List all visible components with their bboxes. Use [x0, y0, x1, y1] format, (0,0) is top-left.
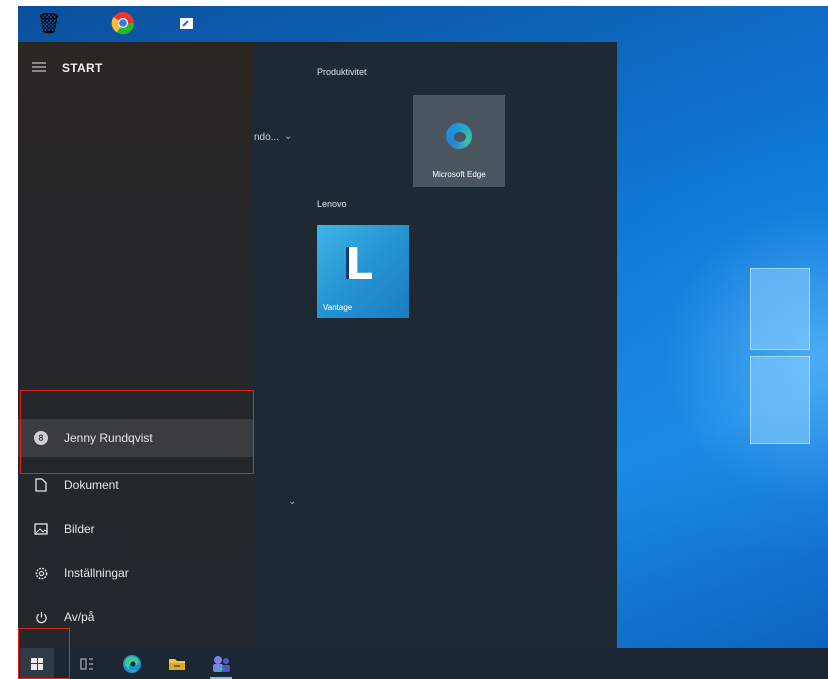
power-icon	[34, 610, 48, 624]
gear-icon	[34, 566, 48, 580]
chevron-down-icon[interactable]: ⌄	[288, 496, 296, 507]
tile-group-productivity[interactable]: Produktivitet	[317, 67, 367, 77]
documents-label: Dokument	[64, 478, 119, 492]
wallpaper-pane	[750, 356, 810, 444]
edge-logo-icon	[446, 123, 472, 149]
user-account-button[interactable]: 8 Jenny Rundqvist	[18, 419, 254, 457]
teams-button[interactable]	[204, 648, 238, 679]
start-menu: START 8 Jenny Rundqvist Dokument Bilder	[18, 42, 617, 648]
wallpaper-windows-logo	[750, 268, 828, 518]
settings-label: Inställningar	[64, 566, 129, 580]
task-view-icon	[80, 658, 93, 669]
recycle-bin-icon[interactable]: 🗑	[32, 6, 66, 40]
vantage-tile-label: Vantage	[323, 303, 353, 312]
truncated-app-label[interactable]: ndo...	[254, 132, 279, 143]
lenovo-vantage-tile[interactable]: L Vantage	[317, 225, 409, 318]
user-name: Jenny Rundqvist	[64, 431, 153, 445]
start-button[interactable]	[20, 648, 54, 679]
microsoft-edge-tile[interactable]: Microsoft Edge	[413, 95, 505, 187]
start-left-pane: START 8 Jenny Rundqvist Dokument Bilder	[18, 42, 254, 648]
folder-icon	[169, 658, 185, 670]
edge-taskbar-button[interactable]	[115, 648, 149, 679]
power-label: Av/på	[64, 610, 95, 624]
pictures-label: Bilder	[64, 522, 95, 536]
windows-start-icon	[31, 657, 43, 670]
vantage-logo-icon: L	[345, 239, 374, 290]
task-view-button[interactable]	[70, 648, 104, 679]
chevron-down-icon[interactable]: ⌄	[284, 131, 292, 142]
power-button[interactable]: Av/på	[18, 598, 254, 636]
file-explorer-button[interactable]	[160, 648, 194, 679]
document-icon	[34, 478, 48, 492]
documents-button[interactable]: Dokument	[18, 466, 254, 504]
tile-group-lenovo[interactable]: Lenovo	[317, 199, 347, 209]
chrome-shortcut-icon[interactable]	[106, 6, 140, 40]
screen: 🗑 START 8 Jenny Rundqvist Dokument Bilde…	[18, 6, 828, 679]
shortcut-icon[interactable]	[170, 6, 204, 40]
wallpaper-pane	[750, 268, 810, 350]
edge-tile-label: Microsoft Edge	[432, 170, 486, 179]
edge-icon	[123, 654, 141, 673]
taskbar	[18, 648, 828, 679]
pictures-button[interactable]: Bilder	[18, 510, 254, 548]
teams-icon	[213, 655, 230, 672]
hamburger-menu-icon[interactable]	[32, 62, 46, 72]
user-avatar-icon: 8	[34, 431, 48, 445]
settings-button[interactable]: Inställningar	[18, 554, 254, 592]
start-title: START	[62, 61, 103, 75]
pictures-icon	[34, 522, 48, 536]
